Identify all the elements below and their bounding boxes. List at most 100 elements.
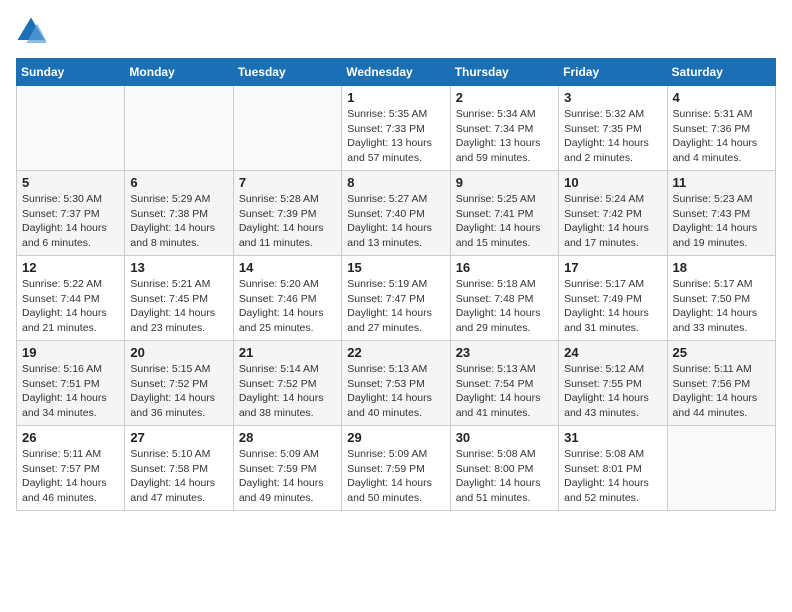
cell-content: Sunrise: 5:11 AMSunset: 7:56 PMDaylight:… xyxy=(673,362,770,421)
cell-content: Sunrise: 5:29 AMSunset: 7:38 PMDaylight:… xyxy=(130,192,227,251)
day-number: 3 xyxy=(564,90,661,105)
day-number: 31 xyxy=(564,430,661,445)
day-number: 20 xyxy=(130,345,227,360)
cell-content: Sunrise: 5:13 AMSunset: 7:53 PMDaylight:… xyxy=(347,362,444,421)
cell-content: Sunrise: 5:19 AMSunset: 7:47 PMDaylight:… xyxy=(347,277,444,336)
day-number: 9 xyxy=(456,175,553,190)
day-number: 22 xyxy=(347,345,444,360)
day-number: 10 xyxy=(564,175,661,190)
calendar-cell: 17 Sunrise: 5:17 AMSunset: 7:49 PMDayligh… xyxy=(559,256,667,341)
day-number: 1 xyxy=(347,90,444,105)
calendar-cell xyxy=(233,86,341,171)
cell-content: Sunrise: 5:16 AMSunset: 7:51 PMDaylight:… xyxy=(22,362,119,421)
day-number: 25 xyxy=(673,345,770,360)
cell-content: Sunrise: 5:10 AMSunset: 7:58 PMDaylight:… xyxy=(130,447,227,506)
day-number: 23 xyxy=(456,345,553,360)
header-sunday: Sunday xyxy=(17,59,125,86)
calendar-cell: 22 Sunrise: 5:13 AMSunset: 7:53 PMDayligh… xyxy=(342,341,450,426)
calendar-cell: 13 Sunrise: 5:21 AMSunset: 7:45 PMDayligh… xyxy=(125,256,233,341)
cell-content: Sunrise: 5:27 AMSunset: 7:40 PMDaylight:… xyxy=(347,192,444,251)
day-number: 26 xyxy=(22,430,119,445)
day-number: 19 xyxy=(22,345,119,360)
calendar-week-5: 26Sunrise: 5:11 AMSunset: 7:57 PMDayligh… xyxy=(17,426,776,511)
cell-content: Sunrise: 5:30 AMSunset: 7:37 PMDaylight:… xyxy=(22,192,119,251)
calendar-week-3: 12 Sunrise: 5:22 AMSunset: 7:44 PMDayligh… xyxy=(17,256,776,341)
cell-content: Sunrise: 5:13 AMSunset: 7:54 PMDaylight:… xyxy=(456,362,553,421)
calendar-cell: 23 Sunrise: 5:13 AMSunset: 7:54 PMDayligh… xyxy=(450,341,558,426)
header-wednesday: Wednesday xyxy=(342,59,450,86)
calendar-cell xyxy=(17,86,125,171)
day-number: 12 xyxy=(22,260,119,275)
header-monday: Monday xyxy=(125,59,233,86)
day-number: 29 xyxy=(347,430,444,445)
calendar-cell: 16 Sunrise: 5:18 AMSunset: 7:48 PMDayligh… xyxy=(450,256,558,341)
cell-content: Sunrise: 5:09 AMSunset: 7:59 PMDaylight:… xyxy=(239,447,336,506)
cell-content: Sunrise: 5:15 AMSunset: 7:52 PMDaylight:… xyxy=(130,362,227,421)
day-number: 17 xyxy=(564,260,661,275)
cell-content: Sunrise: 5:35 AMSunset: 7:33 PMDaylight:… xyxy=(347,107,444,166)
calendar-table: SundayMondayTuesdayWednesdayThursdayFrid… xyxy=(16,58,776,511)
cell-content: Sunrise: 5:34 AMSunset: 7:34 PMDaylight:… xyxy=(456,107,553,166)
day-number: 21 xyxy=(239,345,336,360)
calendar-cell: 9Sunrise: 5:25 AMSunset: 7:41 PMDaylight… xyxy=(450,171,558,256)
day-number: 7 xyxy=(239,175,336,190)
day-number: 24 xyxy=(564,345,661,360)
logo-icon xyxy=(16,16,46,46)
calendar-cell: 11Sunrise: 5:23 AMSunset: 7:43 PMDayligh… xyxy=(667,171,775,256)
cell-content: Sunrise: 5:20 AMSunset: 7:46 PMDaylight:… xyxy=(239,277,336,336)
day-number: 27 xyxy=(130,430,227,445)
calendar-cell: 24 Sunrise: 5:12 AMSunset: 7:55 PMDayligh… xyxy=(559,341,667,426)
day-number: 18 xyxy=(673,260,770,275)
day-number: 11 xyxy=(673,175,770,190)
header-tuesday: Tuesday xyxy=(233,59,341,86)
cell-content: Sunrise: 5:08 AMSunset: 8:01 PMDaylight:… xyxy=(564,447,661,506)
day-number: 13 xyxy=(130,260,227,275)
day-number: 2 xyxy=(456,90,553,105)
cell-content: Sunrise: 5:32 AMSunset: 7:35 PMDaylight:… xyxy=(564,107,661,166)
calendar-cell: 28 Sunrise: 5:09 AMSunset: 7:59 PMDayligh… xyxy=(233,426,341,511)
day-number: 4 xyxy=(673,90,770,105)
day-number: 6 xyxy=(130,175,227,190)
calendar-cell: 15 Sunrise: 5:19 AMSunset: 7:47 PMDayligh… xyxy=(342,256,450,341)
day-number: 28 xyxy=(239,430,336,445)
calendar-cell: 19 Sunrise: 5:16 AMSunset: 7:51 PMDayligh… xyxy=(17,341,125,426)
cell-content: Sunrise: 5:31 AMSunset: 7:36 PMDaylight:… xyxy=(673,107,770,166)
cell-content: Sunrise: 5:12 AMSunset: 7:55 PMDaylight:… xyxy=(564,362,661,421)
calendar-cell: 26Sunrise: 5:11 AMSunset: 7:57 PMDayligh… xyxy=(17,426,125,511)
cell-content: Sunrise: 5:17 AMSunset: 7:50 PMDaylight:… xyxy=(673,277,770,336)
day-number: 30 xyxy=(456,430,553,445)
calendar-cell: 5Sunrise: 5:30 AMSunset: 7:37 PMDaylight… xyxy=(17,171,125,256)
day-number: 14 xyxy=(239,260,336,275)
cell-content: Sunrise: 5:24 AMSunset: 7:42 PMDaylight:… xyxy=(564,192,661,251)
cell-content: Sunrise: 5:14 AMSunset: 7:52 PMDaylight:… xyxy=(239,362,336,421)
calendar-cell: 25 Sunrise: 5:11 AMSunset: 7:56 PMDayligh… xyxy=(667,341,775,426)
calendar-cell xyxy=(125,86,233,171)
calendar-week-2: 5Sunrise: 5:30 AMSunset: 7:37 PMDaylight… xyxy=(17,171,776,256)
calendar-cell: 18 Sunrise: 5:17 AMSunset: 7:50 PMDayligh… xyxy=(667,256,775,341)
cell-content: Sunrise: 5:08 AMSunset: 8:00 PMDaylight:… xyxy=(456,447,553,506)
calendar-cell: 21 Sunrise: 5:14 AMSunset: 7:52 PMDayligh… xyxy=(233,341,341,426)
calendar-cell: 3 Sunrise: 5:32 AMSunset: 7:35 PMDaylight… xyxy=(559,86,667,171)
header-friday: Friday xyxy=(559,59,667,86)
calendar-cell: 29 Sunrise: 5:09 AMSunset: 7:59 PMDayligh… xyxy=(342,426,450,511)
cell-content: Sunrise: 5:09 AMSunset: 7:59 PMDaylight:… xyxy=(347,447,444,506)
calendar-cell: 8 Sunrise: 5:27 AMSunset: 7:40 PMDaylight… xyxy=(342,171,450,256)
calendar-cell: 27 Sunrise: 5:10 AMSunset: 7:58 PMDayligh… xyxy=(125,426,233,511)
cell-content: Sunrise: 5:17 AMSunset: 7:49 PMDaylight:… xyxy=(564,277,661,336)
calendar-header-row: SundayMondayTuesdayWednesdayThursdayFrid… xyxy=(17,59,776,86)
cell-content: Sunrise: 5:28 AMSunset: 7:39 PMDaylight:… xyxy=(239,192,336,251)
cell-content: Sunrise: 5:21 AMSunset: 7:45 PMDaylight:… xyxy=(130,277,227,336)
day-number: 16 xyxy=(456,260,553,275)
day-number: 8 xyxy=(347,175,444,190)
cell-content: Sunrise: 5:22 AMSunset: 7:44 PMDaylight:… xyxy=(22,277,119,336)
cell-content: Sunrise: 5:18 AMSunset: 7:48 PMDaylight:… xyxy=(456,277,553,336)
calendar-week-1: 1 Sunrise: 5:35 AMSunset: 7:33 PMDaylight… xyxy=(17,86,776,171)
header-saturday: Saturday xyxy=(667,59,775,86)
calendar-cell: 7 Sunrise: 5:28 AMSunset: 7:39 PMDaylight… xyxy=(233,171,341,256)
calendar-cell: 31 Sunrise: 5:08 AMSunset: 8:01 PMDayligh… xyxy=(559,426,667,511)
calendar-cell: 30 Sunrise: 5:08 AMSunset: 8:00 PMDayligh… xyxy=(450,426,558,511)
calendar-cell: 12 Sunrise: 5:22 AMSunset: 7:44 PMDayligh… xyxy=(17,256,125,341)
calendar-week-4: 19 Sunrise: 5:16 AMSunset: 7:51 PMDayligh… xyxy=(17,341,776,426)
calendar-cell: 6 Sunrise: 5:29 AMSunset: 7:38 PMDaylight… xyxy=(125,171,233,256)
day-number: 15 xyxy=(347,260,444,275)
